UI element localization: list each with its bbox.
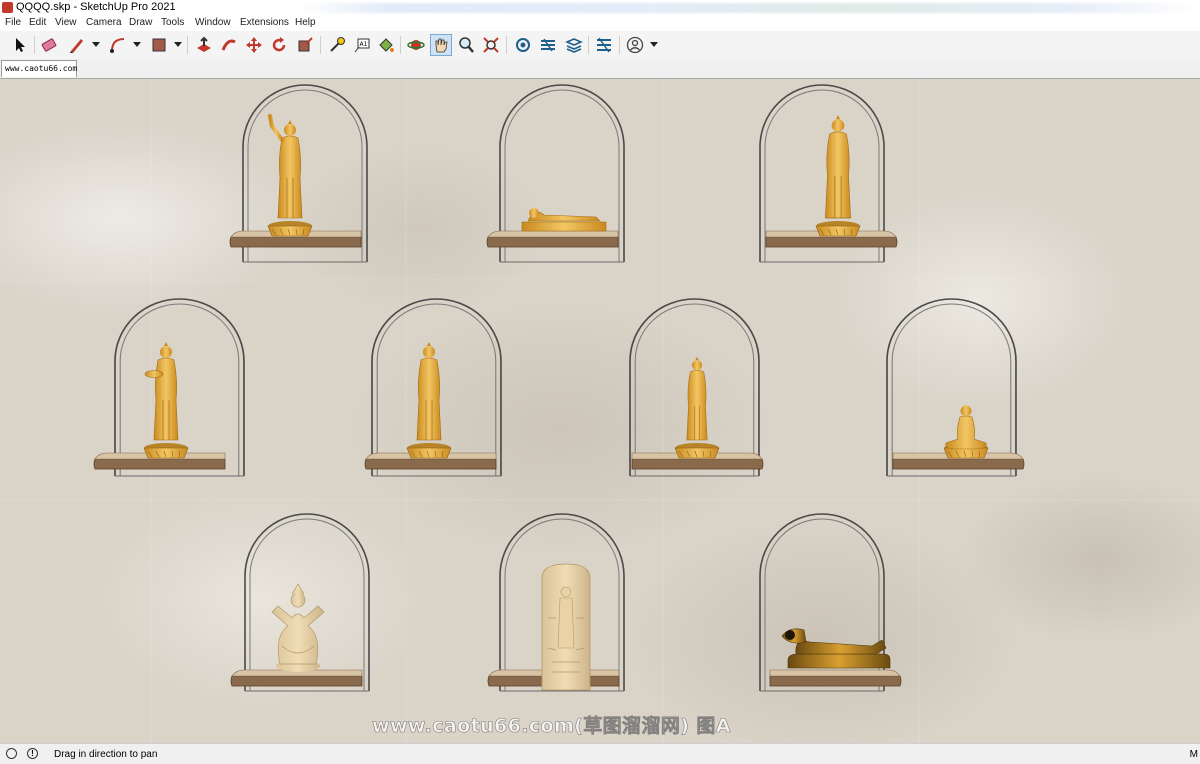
- title-bar: QQQQ.skp - SketchUp Pro 2021: [0, 0, 1200, 16]
- rotate-tool-button[interactable]: [268, 34, 290, 56]
- layout-icon: [565, 38, 583, 53]
- warehouse-icon: [516, 38, 530, 52]
- account-button[interactable]: [624, 34, 646, 56]
- menu-camera[interactable]: Camera: [86, 17, 122, 28]
- status-bar: ! Drag in direction to pan M: [0, 743, 1200, 764]
- select-arrow-icon: [16, 38, 25, 52]
- window-title: QQQQ.skp - SketchUp Pro 2021: [16, 1, 176, 13]
- niche-5[interactable]: [364, 298, 502, 477]
- arc-tool-dropdown[interactable]: [133, 42, 141, 47]
- account-dropdown[interactable]: [650, 42, 658, 47]
- follow-me-icon: [221, 39, 236, 51]
- pencil-icon: [70, 39, 83, 53]
- niche-10[interactable]: [759, 513, 902, 692]
- eraser-icon: [41, 38, 57, 52]
- pan-tool-button[interactable]: [430, 34, 452, 56]
- rotate-icon: [272, 37, 286, 52]
- extension-warehouse-icon: [541, 38, 555, 52]
- niche-1[interactable]: [229, 84, 368, 263]
- orbit-icon: [407, 40, 425, 50]
- watermark-text: www.caotu66.com(草图溜溜网) 图A: [372, 715, 731, 738]
- measurements-label: M: [1189, 749, 1198, 760]
- follow-me-tool-button[interactable]: [218, 34, 240, 56]
- blurred-browser-tabs: [300, 3, 1200, 13]
- menu-draw[interactable]: Draw: [129, 17, 152, 28]
- drawing-viewport[interactable]: www.caotu66.com(草图溜溜网) 图A: [0, 79, 1200, 743]
- niche-6[interactable]: [629, 298, 764, 477]
- shape-tool-button[interactable]: [148, 34, 170, 56]
- svg-text:A1: A1: [360, 41, 368, 48]
- menu-view[interactable]: View: [55, 17, 77, 28]
- niche-4[interactable]: [93, 298, 245, 477]
- zoom-extents-icon: [483, 37, 499, 53]
- paint-bucket-icon: [379, 38, 394, 52]
- scale-tool-button[interactable]: [294, 34, 316, 56]
- move-tool-button[interactable]: [243, 34, 265, 56]
- move-icon: [246, 37, 262, 53]
- scale-icon: [298, 37, 313, 52]
- extension-warehouse-button[interactable]: [537, 34, 559, 56]
- push-pull-icon: [197, 36, 211, 52]
- eraser-tool-button[interactable]: [38, 34, 60, 56]
- zoom-extents-tool-button[interactable]: [480, 34, 502, 56]
- send-to-layout-button[interactable]: [563, 34, 585, 56]
- push-pull-tool-button[interactable]: [193, 34, 215, 56]
- pan-hand-icon: [435, 38, 448, 53]
- line-tool-dropdown[interactable]: [92, 42, 100, 47]
- text-icon: A1: [354, 38, 370, 53]
- menu-tools[interactable]: Tools: [161, 17, 184, 28]
- scene-tab-bar: www.caotu66.com: [0, 59, 1200, 79]
- info-icon[interactable]: !: [27, 748, 38, 759]
- select-tool-button[interactable]: [9, 34, 31, 56]
- menu-bar: File Edit View Camera Draw Tools Window …: [0, 16, 1200, 31]
- status-message: Drag in direction to pan: [54, 749, 158, 760]
- extension-manager-button[interactable]: [593, 34, 615, 56]
- orbit-tool-button[interactable]: [405, 34, 427, 56]
- line-tool-button[interactable]: [66, 34, 88, 56]
- shape-tool-dropdown[interactable]: [174, 42, 182, 47]
- text-tool-button[interactable]: A1: [351, 34, 373, 56]
- niche-9[interactable]: [487, 513, 625, 692]
- menu-edit[interactable]: Edit: [29, 17, 46, 28]
- scene-tab[interactable]: www.caotu66.com: [1, 60, 77, 77]
- main-toolbar: A1: [0, 31, 1200, 60]
- zoom-tool-button[interactable]: [455, 34, 477, 56]
- tape-measure-tool-button[interactable]: [326, 34, 348, 56]
- extension-manager-icon: [597, 37, 611, 53]
- niche-7[interactable]: [886, 298, 1025, 477]
- user-account-icon: [626, 36, 644, 54]
- niche-8[interactable]: [230, 513, 370, 692]
- geolocation-icon[interactable]: [6, 748, 17, 759]
- model-scene: [93, 84, 1025, 692]
- menu-window[interactable]: Window: [195, 17, 231, 28]
- niche-3[interactable]: [759, 84, 898, 263]
- menu-extensions[interactable]: Extensions: [240, 17, 289, 28]
- rectangle-icon: [152, 38, 166, 52]
- 3d-warehouse-button[interactable]: [512, 34, 534, 56]
- zoom-icon: [459, 37, 474, 53]
- menu-file[interactable]: File: [5, 17, 21, 28]
- tape-measure-icon: [330, 37, 345, 52]
- menu-help[interactable]: Help: [295, 17, 316, 28]
- paint-bucket-tool-button[interactable]: [375, 34, 397, 56]
- arc-tool-button[interactable]: [107, 34, 129, 56]
- arc-icon: [110, 38, 125, 53]
- sketchup-app-icon: [2, 2, 13, 13]
- niche-2[interactable]: [486, 84, 625, 263]
